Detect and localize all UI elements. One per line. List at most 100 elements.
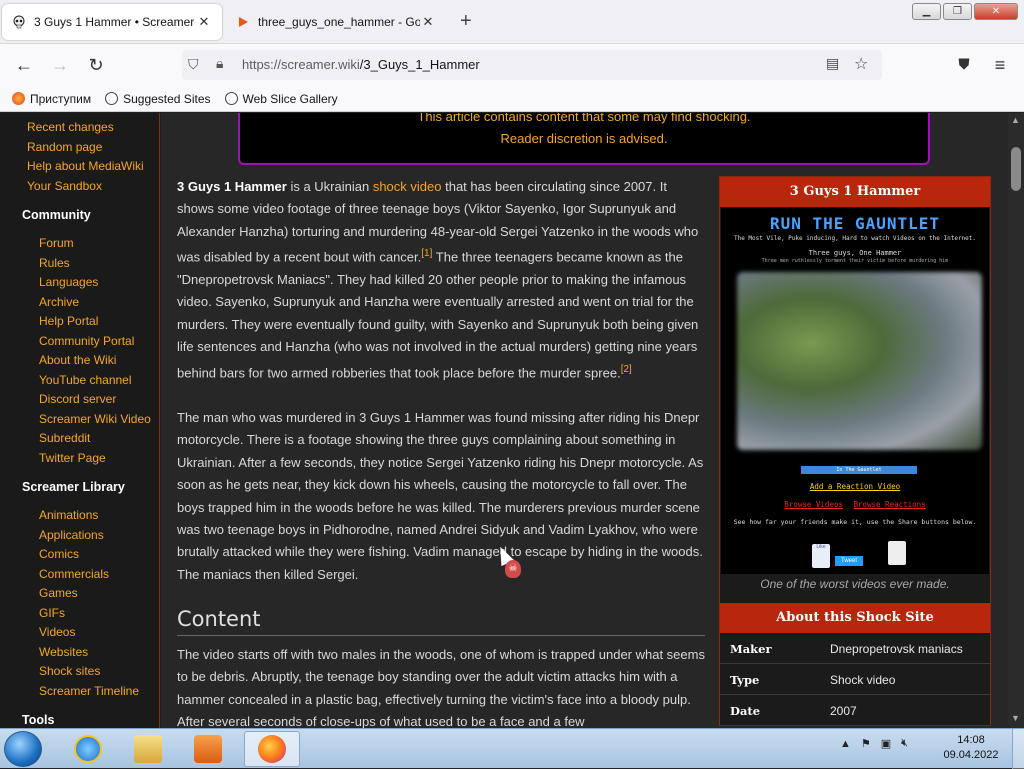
- close-tab-icon[interactable]: ✕: [420, 14, 436, 30]
- sidebar-link[interactable]: Screamer Timeline: [39, 684, 139, 698]
- minimize-button[interactable]: ▁: [912, 3, 941, 20]
- like-button-image: Like: [812, 544, 830, 568]
- bookmark-item[interactable]: Web Slice Gallery: [224, 91, 338, 106]
- bookmark-star-icon[interactable]: ☆: [854, 54, 868, 74]
- new-tab-button[interactable]: +: [460, 10, 472, 33]
- taskbar-app-ie[interactable]: [60, 731, 116, 767]
- reader-view-icon[interactable]: ▤: [826, 55, 839, 72]
- sidebar-link[interactable]: Forum: [39, 236, 74, 250]
- sidebar-link[interactable]: Random page: [27, 140, 102, 154]
- tab-active[interactable]: 3 Guys 1 Hammer • Screamer W ✕: [2, 4, 222, 40]
- sidebar-link[interactable]: Screamer Wiki Video: [39, 412, 151, 426]
- warning-line: This article contains content that some …: [417, 113, 751, 124]
- bookmark-label: Web Slice Gallery: [242, 91, 338, 106]
- bookmark-label: Приступим: [30, 91, 92, 106]
- reference-link[interactable]: [1]: [421, 248, 432, 259]
- globe-icon: [224, 92, 238, 105]
- browse-videos-link: Browse Videos: [784, 500, 843, 509]
- flag-icon[interactable]: ⚑: [861, 737, 871, 750]
- sidebar-link[interactable]: Videos: [39, 625, 75, 639]
- infobox-row: Type Shock video: [720, 664, 990, 695]
- sidebar-link[interactable]: Commercials: [39, 567, 109, 581]
- show-desktop-button[interactable]: [1012, 729, 1024, 769]
- sidebar-link[interactable]: Applications: [39, 528, 104, 542]
- warning-line: Reader discretion is advised.: [500, 131, 668, 146]
- scrollbar-thumb[interactable]: [1011, 147, 1021, 191]
- infobox: 3 Guys 1 Hammer RUN THE GAUNTLET The Mos…: [719, 176, 991, 726]
- tweet-button-image: Tweet: [835, 556, 863, 566]
- infobox-title: 3 Guys 1 Hammer: [720, 177, 990, 207]
- window-controls: ▁ ❐ ✕: [912, 3, 1018, 20]
- restore-button[interactable]: ❐: [943, 3, 972, 20]
- taskbar-app-explorer[interactable]: [120, 731, 176, 767]
- reference-link[interactable]: [2]: [621, 364, 632, 375]
- browse-reactions-link: Browse Reactions: [853, 500, 926, 509]
- show-hidden-icons-icon[interactable]: ▲: [840, 738, 851, 750]
- bookmark-item[interactable]: Приступим: [12, 92, 91, 106]
- tab-inactive[interactable]: three_guys_one_hammer - Gore ✕: [226, 4, 446, 40]
- sidebar-link[interactable]: Help Portal: [39, 314, 98, 328]
- image-text: Three men ruthlessly torment their victi…: [761, 258, 949, 264]
- text-span: The three teenagers became known as the …: [177, 249, 699, 380]
- article-content: This article contains content that some …: [161, 113, 1008, 728]
- url-domain: https://screamer.wiki: [242, 57, 360, 72]
- sidebar-link[interactable]: Websites: [39, 645, 88, 659]
- reload-icon[interactable]: ↻: [84, 53, 108, 77]
- blurred-video-thumbnail: [737, 272, 982, 450]
- sidebar-link[interactable]: Recent changes: [27, 120, 114, 134]
- sidebar-link[interactable]: Your Sandbox: [27, 179, 102, 193]
- sidebar-link[interactable]: Rules: [39, 256, 70, 270]
- url-path: /3_Guys_1_Hammer: [359, 57, 480, 72]
- sidebar-link[interactable]: Games: [39, 586, 78, 600]
- article-paragraph: The video starts off with two males in t…: [177, 647, 705, 728]
- vertical-scrollbar[interactable]: ▲ ▼: [1008, 113, 1024, 728]
- sidebar-link[interactable]: Languages: [39, 275, 98, 289]
- system-tray: ▲ ⚑ ▣ 🔇︎: [840, 737, 908, 750]
- clock[interactable]: 14:08 09.04.2022: [942, 733, 1000, 763]
- bookmark-label: Suggested Sites: [123, 91, 211, 106]
- scroll-up-icon[interactable]: ▲: [1011, 115, 1020, 125]
- sidebar-link[interactable]: GIFs: [39, 606, 65, 620]
- lock-icon[interactable]: 🔒︎: [216, 55, 223, 72]
- clock-date: 09.04.2022: [943, 749, 999, 761]
- bookmark-item[interactable]: Suggested Sites: [105, 91, 211, 106]
- browser-window: 3 Guys 1 Hammer • Screamer W ✕ three_guy…: [0, 0, 1024, 769]
- shock-video-link[interactable]: shock video: [373, 179, 442, 194]
- infobox-row: Maker Dnepropetrovsk maniacs: [720, 633, 990, 664]
- url-bar[interactable]: ⛉ 🔒︎ https://screamer.wiki/3_Guys_1_Hamm…: [182, 50, 882, 80]
- sidebar-link[interactable]: Discord server: [39, 392, 116, 406]
- sidebar-link[interactable]: Animations: [39, 508, 98, 522]
- sidebar-link[interactable]: Help about MediaWiki: [27, 159, 144, 173]
- sidebar-link[interactable]: Archive: [39, 295, 79, 309]
- sidebar-link[interactable]: Community Portal: [39, 334, 134, 348]
- close-window-button[interactable]: ✕: [974, 3, 1018, 20]
- volume-muted-icon[interactable]: 🔇︎: [901, 737, 908, 750]
- network-icon[interactable]: ▣: [881, 737, 891, 750]
- start-button-icon[interactable]: [4, 731, 42, 767]
- taskbar-app-firefox[interactable]: [244, 731, 300, 767]
- sidebar-link[interactable]: Twitter Page: [39, 451, 106, 465]
- taskbar-app-media[interactable]: [180, 731, 236, 767]
- sidebar-heading-tools: Tools: [22, 713, 55, 727]
- pocket-icon[interactable]: ⛊: [952, 53, 976, 77]
- internet-explorer-icon: [74, 735, 102, 763]
- sidebar-link[interactable]: YouTube channel: [39, 373, 132, 387]
- infobox-value: 2007: [830, 704, 857, 718]
- close-tab-icon[interactable]: ✕: [196, 14, 212, 30]
- infobox-image[interactable]: RUN THE GAUNTLET The Most Vile, Puke ind…: [721, 208, 989, 574]
- sidebar-link[interactable]: About the Wiki: [39, 353, 116, 367]
- folder-icon: [134, 735, 162, 763]
- infobox-value: Dnepropetrovsk maniacs: [830, 642, 963, 656]
- scroll-down-icon[interactable]: ▼: [1011, 713, 1020, 723]
- sidebar-link[interactable]: Comics: [39, 547, 79, 561]
- taskbar: ▲ ⚑ ▣ 🔇︎ 14:08 09.04.2022: [0, 728, 1024, 769]
- forward-icon[interactable]: →: [48, 53, 72, 77]
- shield-icon[interactable]: ⛉: [188, 56, 199, 73]
- sidebar-link[interactable]: Subreddit: [39, 431, 90, 445]
- infobox-key: Maker: [730, 642, 772, 656]
- url-text[interactable]: https://screamer.wiki/3_Guys_1_Hammer: [242, 57, 480, 72]
- back-icon[interactable]: ←: [12, 53, 36, 77]
- sidebar-link[interactable]: Shock sites: [39, 664, 100, 678]
- image-text: The Most Vile, Puke inducing, Hard to wa…: [733, 235, 977, 242]
- menu-icon[interactable]: ≡: [988, 53, 1012, 77]
